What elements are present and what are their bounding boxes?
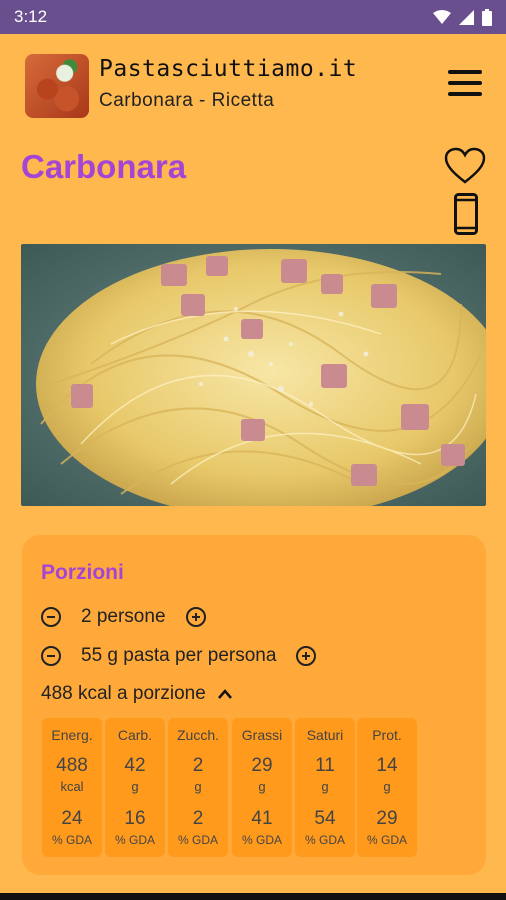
nutrition-percent: 24 <box>61 808 83 829</box>
signal-icon <box>459 9 474 25</box>
app-name: Pastasciuttiamo.it <box>99 56 358 82</box>
portions-title: Porzioni <box>41 561 124 584</box>
nutrition-unit: g <box>383 779 391 794</box>
status-bar: 3:12 <box>0 0 506 34</box>
nutrition-tile: Energ. 488 kcal 24 % GDA <box>42 718 102 857</box>
app-subtitle: Carbonara - Ricetta <box>99 90 275 111</box>
nutrition-label: Saturi <box>306 727 344 743</box>
nutrition-percent: 2 <box>192 808 204 829</box>
wifi-icon <box>433 9 451 24</box>
nutrition-tile: Zucch. 2 g 2 % GDA <box>168 718 228 857</box>
recipe-title: Carbonara <box>21 148 187 185</box>
pasta-amount: 55 g pasta per persona <box>81 645 277 666</box>
plus-icon[interactable] <box>185 607 206 627</box>
nutrition-percent: 54 <box>314 808 336 829</box>
nutrition-gda: % GDA <box>177 833 218 847</box>
nutrition-value: 488 <box>56 755 88 776</box>
nutrition-value: 14 <box>376 755 398 776</box>
pasta-row: 55 g pasta per persona <box>41 645 317 667</box>
nutrition-tile: Carb. 42 g 16 % GDA <box>105 718 165 857</box>
nutrition-gda: % GDA <box>51 833 92 847</box>
nutrition-unit: g <box>258 779 266 794</box>
nutrition-percent: 16 <box>124 808 146 829</box>
phone-icon[interactable] <box>454 193 478 235</box>
nutrition-value: 29 <box>251 755 273 776</box>
nutrition-tile: Prot. 14 g 29 % GDA <box>357 718 417 857</box>
people-row: 2 persone <box>41 606 206 628</box>
battery-icon <box>482 8 492 26</box>
nutrition-unit: g <box>194 779 202 794</box>
nutrition-gda: % GDA <box>366 833 407 847</box>
app-logo <box>25 54 89 118</box>
nutrition-tile: Grassi 29 g 41 % GDA <box>232 718 292 857</box>
nutrition-label: Carb. <box>117 727 153 743</box>
portions-card: Porzioni 2 persone 55 g pasta per person… <box>22 535 486 875</box>
navigation-bar <box>0 893 506 900</box>
kcal-row[interactable]: 488 kcal a porzione <box>41 683 232 705</box>
kcal-per-portion: 488 kcal a porzione <box>41 683 206 704</box>
nutrition-label: Grassi <box>241 727 283 743</box>
nutrition-unit: g <box>131 779 139 794</box>
nutrition-value: 11 <box>315 755 335 776</box>
nutrition-gda: % GDA <box>241 833 282 847</box>
nutrition-unit: kcal <box>60 779 84 794</box>
nutrition-gda: % GDA <box>304 833 345 847</box>
nutrition-value: 42 <box>124 755 146 776</box>
nutrition-percent: 29 <box>376 808 398 829</box>
nutrition-label: Prot. <box>372 727 402 743</box>
nutrition-percent: 41 <box>251 808 273 829</box>
nutrition-label: Energ. <box>51 727 93 743</box>
heart-icon[interactable] <box>444 147 486 185</box>
minus-icon[interactable] <box>41 646 61 666</box>
people-count: 2 persone <box>81 606 166 627</box>
nutrition-label: Zucch. <box>176 727 219 743</box>
chevron-up-icon[interactable] <box>217 689 232 699</box>
nutrition-tile: Saturi 11 g 54 % GDA <box>295 718 355 857</box>
minus-icon[interactable] <box>41 607 61 627</box>
recipe-photo <box>21 244 486 506</box>
status-icons <box>433 8 492 26</box>
nutrition-unit: g <box>321 779 329 794</box>
menu-icon[interactable] <box>448 70 482 100</box>
plus-icon[interactable] <box>296 646 317 666</box>
status-time: 3:12 <box>14 7 48 26</box>
nutrition-value: 2 <box>192 755 204 776</box>
app-bar: Pastasciuttiamo.it Carbonara - Ricetta <box>0 34 506 144</box>
nutrition-gda: % GDA <box>114 833 155 847</box>
